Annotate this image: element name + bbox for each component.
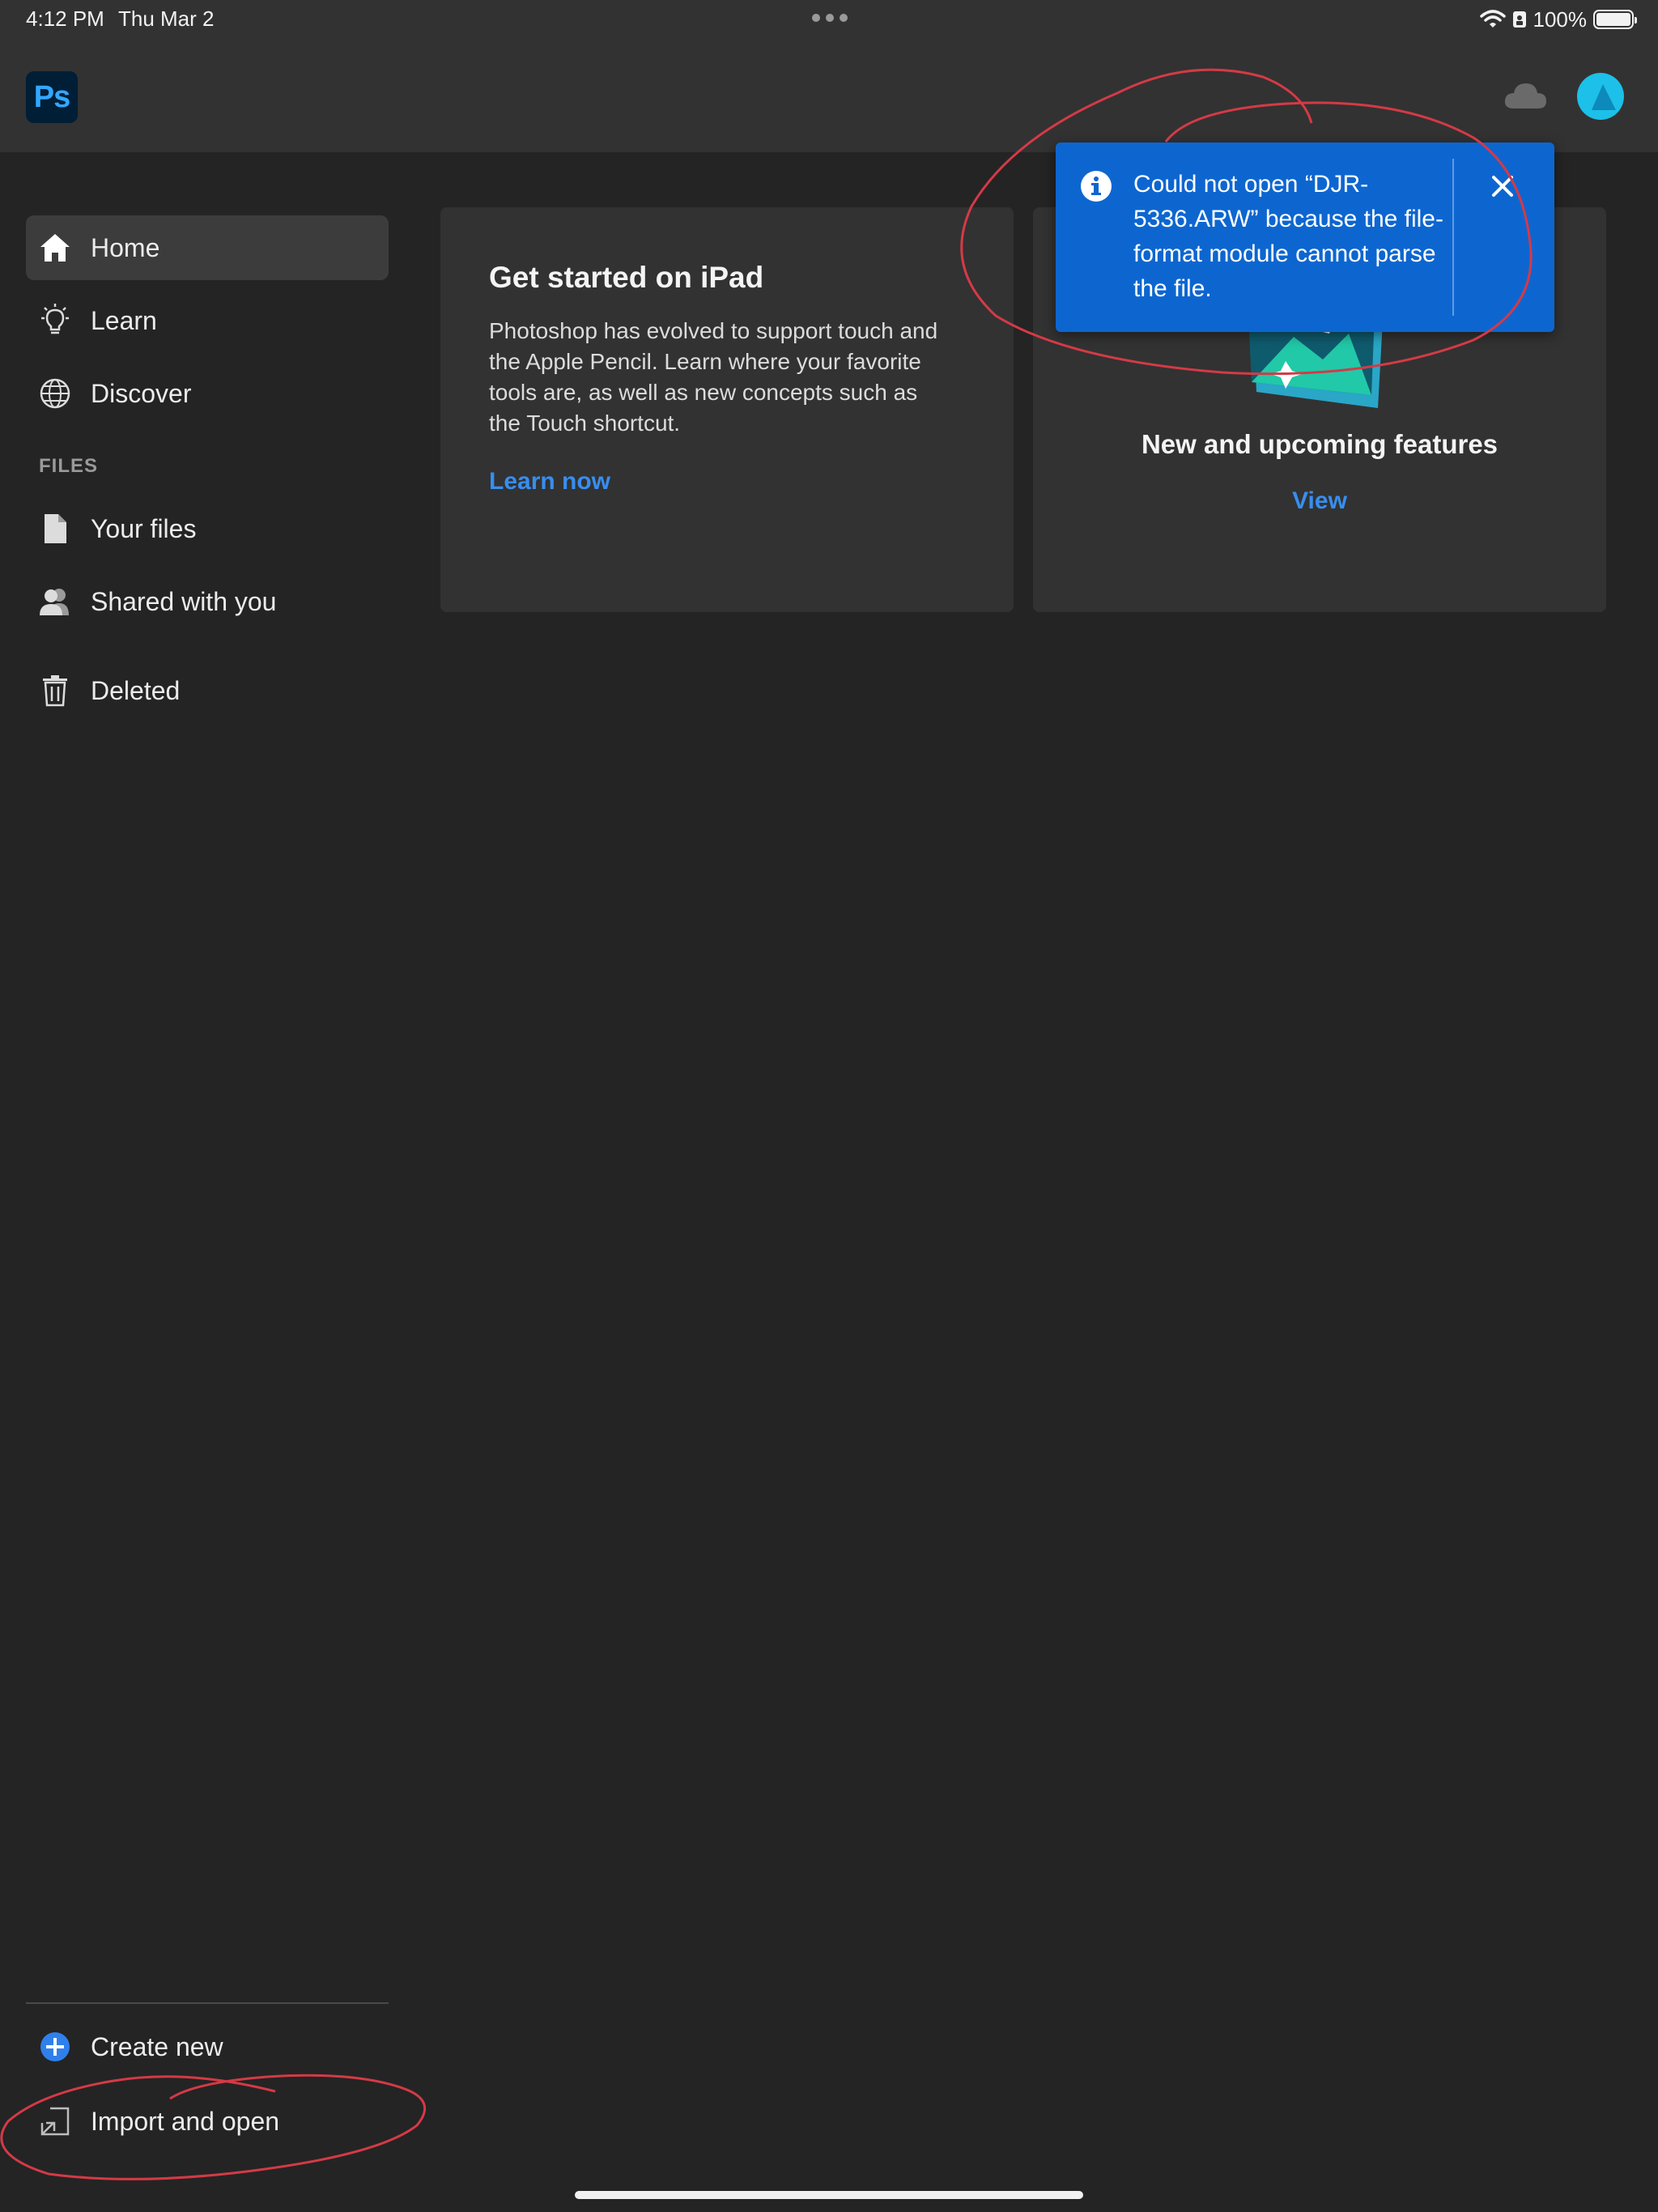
- toast-message: Could not open “DJR-5336.ARW” because th…: [1133, 171, 1443, 302]
- sidebar-item-learn[interactable]: Learn: [26, 288, 389, 353]
- files-section-label: FILES: [39, 455, 99, 477]
- status-date: Thu Mar 2: [118, 6, 215, 31]
- lock-rotation-icon: [1512, 11, 1526, 28]
- avatar-graphic-icon: [1592, 84, 1616, 110]
- sidebar-item-discover[interactable]: Discover: [26, 361, 389, 426]
- create-new-button[interactable]: Create new: [26, 2014, 389, 2079]
- globe-icon: [37, 376, 73, 411]
- get-started-card: Get started on iPad Photoshop has evolve…: [440, 207, 1014, 612]
- home-icon: [37, 230, 73, 266]
- cloud-icon[interactable]: [1503, 79, 1548, 112]
- sidebar-item-label: Learn: [91, 305, 157, 335]
- sidebar-item-deleted[interactable]: Deleted: [26, 658, 389, 723]
- status-bar: 4:12 PM Thu Mar 2 100%: [0, 0, 1658, 39]
- sidebar-item-label: Deleted: [91, 675, 181, 705]
- view-link[interactable]: View: [1033, 487, 1606, 515]
- sidebar-item-label: Shared with you: [91, 586, 277, 616]
- error-toast: Could not open “DJR-5336.ARW” because th…: [1056, 143, 1554, 332]
- sidebar-item-shared-with-you[interactable]: Shared with you: [26, 569, 389, 634]
- get-started-title: Get started on iPad: [489, 261, 764, 294]
- sidebar-item-label: Discover: [91, 378, 192, 408]
- avatar[interactable]: [1577, 73, 1624, 120]
- plus-circle-icon: [37, 2029, 73, 2065]
- users-icon: [37, 584, 73, 619]
- sidebar-divider: [26, 2002, 389, 2004]
- home-indicator[interactable]: [575, 2191, 1083, 2199]
- sidebar-item-label: Your files: [91, 513, 197, 543]
- status-indicators: 100%: [1479, 6, 1637, 32]
- app-header: Ps: [0, 39, 1658, 152]
- learn-now-link[interactable]: Learn now: [489, 468, 610, 496]
- status-time: 4:12 PM: [26, 6, 104, 31]
- import-icon: [37, 2104, 73, 2139]
- features-title: New and upcoming features: [1141, 429, 1499, 459]
- create-new-label: Create new: [91, 2031, 223, 2061]
- sidebar-item-home[interactable]: Home: [26, 215, 389, 280]
- close-icon[interactable]: [1486, 170, 1519, 202]
- import-and-open-label: Import and open: [91, 2106, 280, 2136]
- battery-icon: [1593, 10, 1637, 29]
- sidebar-item-label: Home: [91, 232, 160, 262]
- photoshop-logo: Ps: [26, 71, 78, 123]
- lightbulb-icon: [37, 303, 73, 338]
- toast-divider: [1452, 159, 1454, 316]
- sidebar-item-your-files[interactable]: Your files: [26, 496, 389, 561]
- import-and-open-button[interactable]: Import and open: [26, 2089, 389, 2154]
- get-started-body: Photoshop has evolved to support touch a…: [489, 318, 938, 436]
- multitasking-dots-icon[interactable]: [811, 13, 848, 23]
- file-icon: [37, 511, 73, 547]
- battery-percentage: 100%: [1533, 6, 1588, 32]
- wifi-icon: [1479, 10, 1506, 28]
- trash-icon: [37, 673, 73, 708]
- info-icon: [1081, 171, 1112, 202]
